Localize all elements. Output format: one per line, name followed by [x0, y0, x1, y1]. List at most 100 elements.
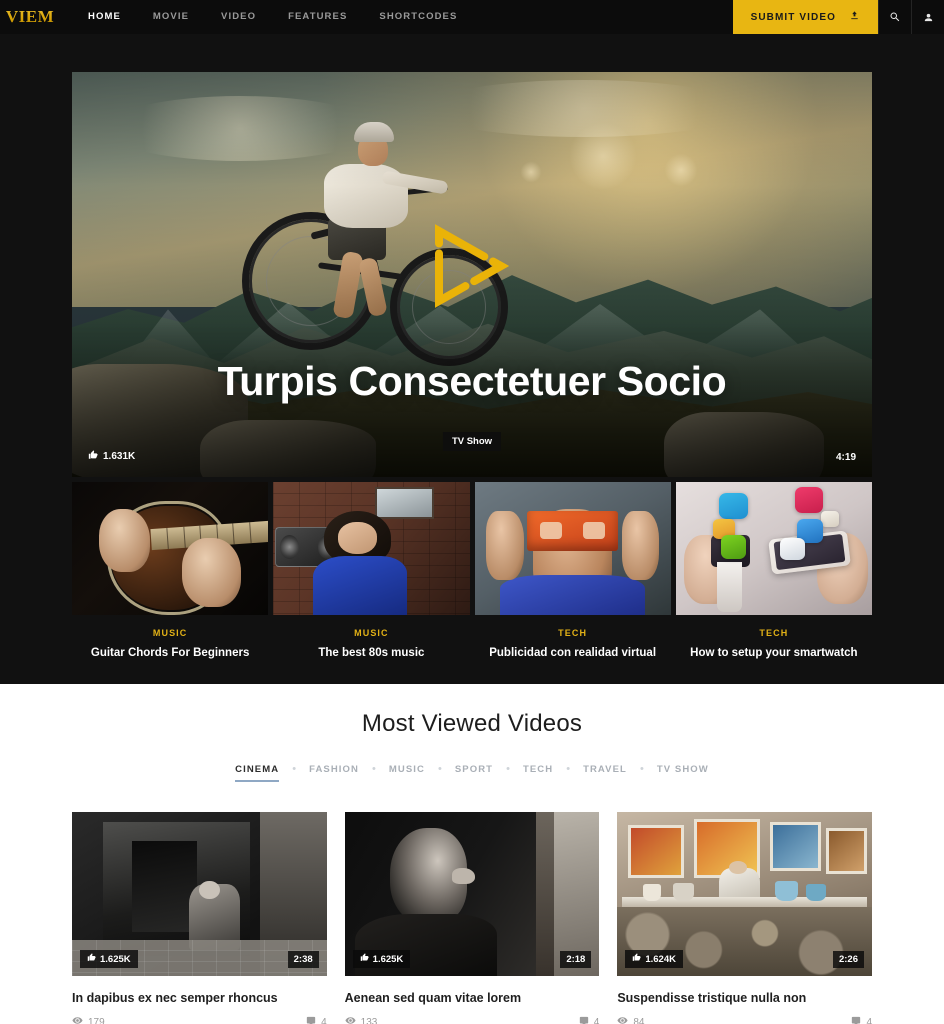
strip-card-80s[interactable]: MUSIC The best 80s music — [273, 482, 470, 661]
category-filter-tabs: CINEMA • FASHION • MUSIC • SPORT • TECH … — [0, 764, 944, 782]
person-face — [338, 521, 378, 554]
video-card-grid: 1.625K 2:38 In dapibus ex nec semper rho… — [72, 812, 872, 1024]
nav-item-features[interactable]: FEATURES — [272, 0, 363, 34]
strip-card-meta: TECH How to setup your smartwatch — [676, 615, 872, 661]
person-nose — [451, 867, 475, 885]
top-navigation-actions: SUBMIT VIDEO — [732, 0, 944, 34]
comments-count: 4 — [866, 1016, 872, 1024]
comments-stat: 4 — [579, 1016, 600, 1024]
strip-card-category[interactable]: TECH — [682, 628, 866, 638]
strip-card-category[interactable]: MUSIC — [78, 628, 262, 638]
likes-count: 1.625K — [372, 953, 404, 965]
top-navigation-bar: VIEM HOME MOVIE VIDEO FEATURES SHORTCODE… — [0, 0, 944, 34]
filter-tab-cinema[interactable]: CINEMA — [222, 764, 292, 782]
video-title[interactable]: Aenean sed quam vitae lorem — [345, 991, 600, 1005]
app-icon-leaf — [720, 535, 747, 560]
strip-thumbnail[interactable] — [72, 482, 269, 615]
person-hand — [621, 511, 659, 581]
strip-card-meta: MUSIC The best 80s music — [273, 615, 469, 661]
play-triangle-icon[interactable] — [429, 224, 515, 308]
strip-thumbnail[interactable] — [273, 482, 470, 615]
strip-card-smartwatch[interactable]: TECH How to setup your smartwatch — [675, 482, 872, 661]
views-count: 133 — [360, 1016, 378, 1024]
strip-card-title[interactable]: How to setup your smartwatch — [682, 646, 866, 661]
thumbs-up-icon — [87, 953, 96, 965]
video-card[interactable]: 1.625K 2:18 Aenean sed quam vitae lorem … — [344, 812, 600, 1024]
comments-count: 4 — [593, 1016, 600, 1024]
painting-frame — [770, 821, 822, 872]
window-frame — [535, 812, 554, 976]
video-meta: 133 4 — [345, 1015, 600, 1024]
site-logo[interactable]: VIEM — [0, 0, 60, 34]
duration-badge: 2:38 — [287, 951, 319, 968]
comment-icon — [579, 1016, 589, 1024]
search-icon — [890, 12, 900, 22]
filter-tab-sport[interactable]: SPORT — [442, 764, 506, 782]
app-icon-cloud — [779, 537, 806, 561]
hero-likes: 1.631K — [88, 450, 135, 463]
duration-badge: 2:26 — [832, 951, 864, 968]
filter-tab-travel[interactable]: TRAVEL — [570, 764, 640, 782]
eighties-music-photo — [273, 482, 470, 615]
comments-count: 4 — [321, 1016, 327, 1024]
featured-section: Turpis Consectetuer Socio TV Show 1.631K… — [0, 34, 944, 684]
filter-tab-tech[interactable]: TECH — [510, 764, 566, 782]
main-menu: HOME MOVIE VIDEO FEATURES SHORTCODES — [72, 0, 473, 34]
search-button[interactable] — [878, 0, 911, 34]
strip-thumbnail[interactable] — [675, 482, 872, 615]
strip-card-vr[interactable]: TECH Publicidad con realidad virtual — [474, 482, 671, 661]
guitar-photo — [72, 482, 269, 615]
app-icon-weather — [718, 492, 749, 520]
filter-tab-music[interactable]: MUSIC — [376, 764, 438, 782]
strip-card-title[interactable]: The best 80s music — [279, 646, 463, 661]
nav-item-home[interactable]: HOME — [72, 0, 137, 34]
submit-video-label: SUBMIT VIDEO — [750, 11, 836, 23]
hero-featured-video[interactable]: Turpis Consectetuer Socio TV Show 1.631K… — [72, 72, 872, 477]
nav-item-movie[interactable]: MOVIE — [137, 0, 205, 34]
thumbs-up-icon — [88, 450, 98, 463]
filter-tab-tv-show[interactable]: TV SHOW — [644, 764, 722, 782]
strip-card-title[interactable]: Publicidad con realidad virtual — [481, 646, 665, 661]
nav-item-shortcodes[interactable]: SHORTCODES — [363, 0, 473, 34]
submit-video-button[interactable]: SUBMIT VIDEO — [732, 0, 878, 34]
video-thumbnail[interactable]: 1.625K 2:18 — [344, 812, 600, 976]
upload-icon — [849, 10, 860, 24]
video-card[interactable]: 1.625K 2:38 In dapibus ex nec semper rho… — [72, 812, 327, 1024]
featured-thumbnail-strip: MUSIC Guitar Chords For Beginners MUSIC … — [72, 482, 872, 661]
video-title[interactable]: In dapibus ex nec semper rhoncus — [72, 991, 327, 1005]
person-dress — [312, 556, 407, 615]
account-button[interactable] — [911, 0, 944, 34]
window-shape — [375, 487, 435, 520]
filter-tab-fashion[interactable]: FASHION — [296, 764, 372, 782]
eye-icon — [72, 1015, 83, 1024]
views-stat: 179 — [72, 1015, 306, 1024]
video-card[interactable]: 1.624K 2:26 Suspendisse tristique nulla … — [617, 812, 872, 1024]
thumbs-up-icon — [632, 953, 641, 965]
views-count: 84 — [633, 1016, 645, 1024]
person-head — [199, 880, 220, 899]
likes-badge: 1.625K — [352, 950, 411, 968]
video-thumbnail[interactable]: 1.625K 2:38 — [72, 812, 327, 976]
person-shirt — [500, 575, 646, 615]
paint-pot — [673, 882, 694, 901]
user-icon — [924, 13, 932, 21]
thumbs-up-icon — [360, 953, 369, 965]
likes-badge: 1.624K — [625, 950, 683, 968]
strip-thumbnail[interactable] — [474, 482, 671, 615]
eye-icon — [345, 1015, 356, 1024]
hero-title: Turpis Consectetuer Socio — [217, 358, 727, 404]
comments-stat: 4 — [306, 1016, 327, 1024]
video-title[interactable]: Suspendisse tristique nulla non — [617, 991, 872, 1005]
nav-item-video[interactable]: VIDEO — [205, 0, 272, 34]
strip-card-guitar[interactable]: MUSIC Guitar Chords For Beginners — [72, 482, 269, 661]
app-icon-music — [795, 487, 823, 513]
comments-stat: 4 — [851, 1016, 872, 1024]
painting-frame — [826, 828, 867, 875]
likes-count: 1.624K — [645, 953, 676, 965]
strip-card-category[interactable]: TECH — [481, 628, 665, 638]
video-thumbnail[interactable]: 1.624K 2:26 — [617, 812, 872, 976]
hero-category-badge[interactable]: TV Show — [442, 432, 502, 451]
strip-card-title[interactable]: Guitar Chords For Beginners — [78, 646, 262, 661]
eye-icon — [617, 1015, 628, 1024]
strip-card-category[interactable]: MUSIC — [279, 628, 463, 638]
